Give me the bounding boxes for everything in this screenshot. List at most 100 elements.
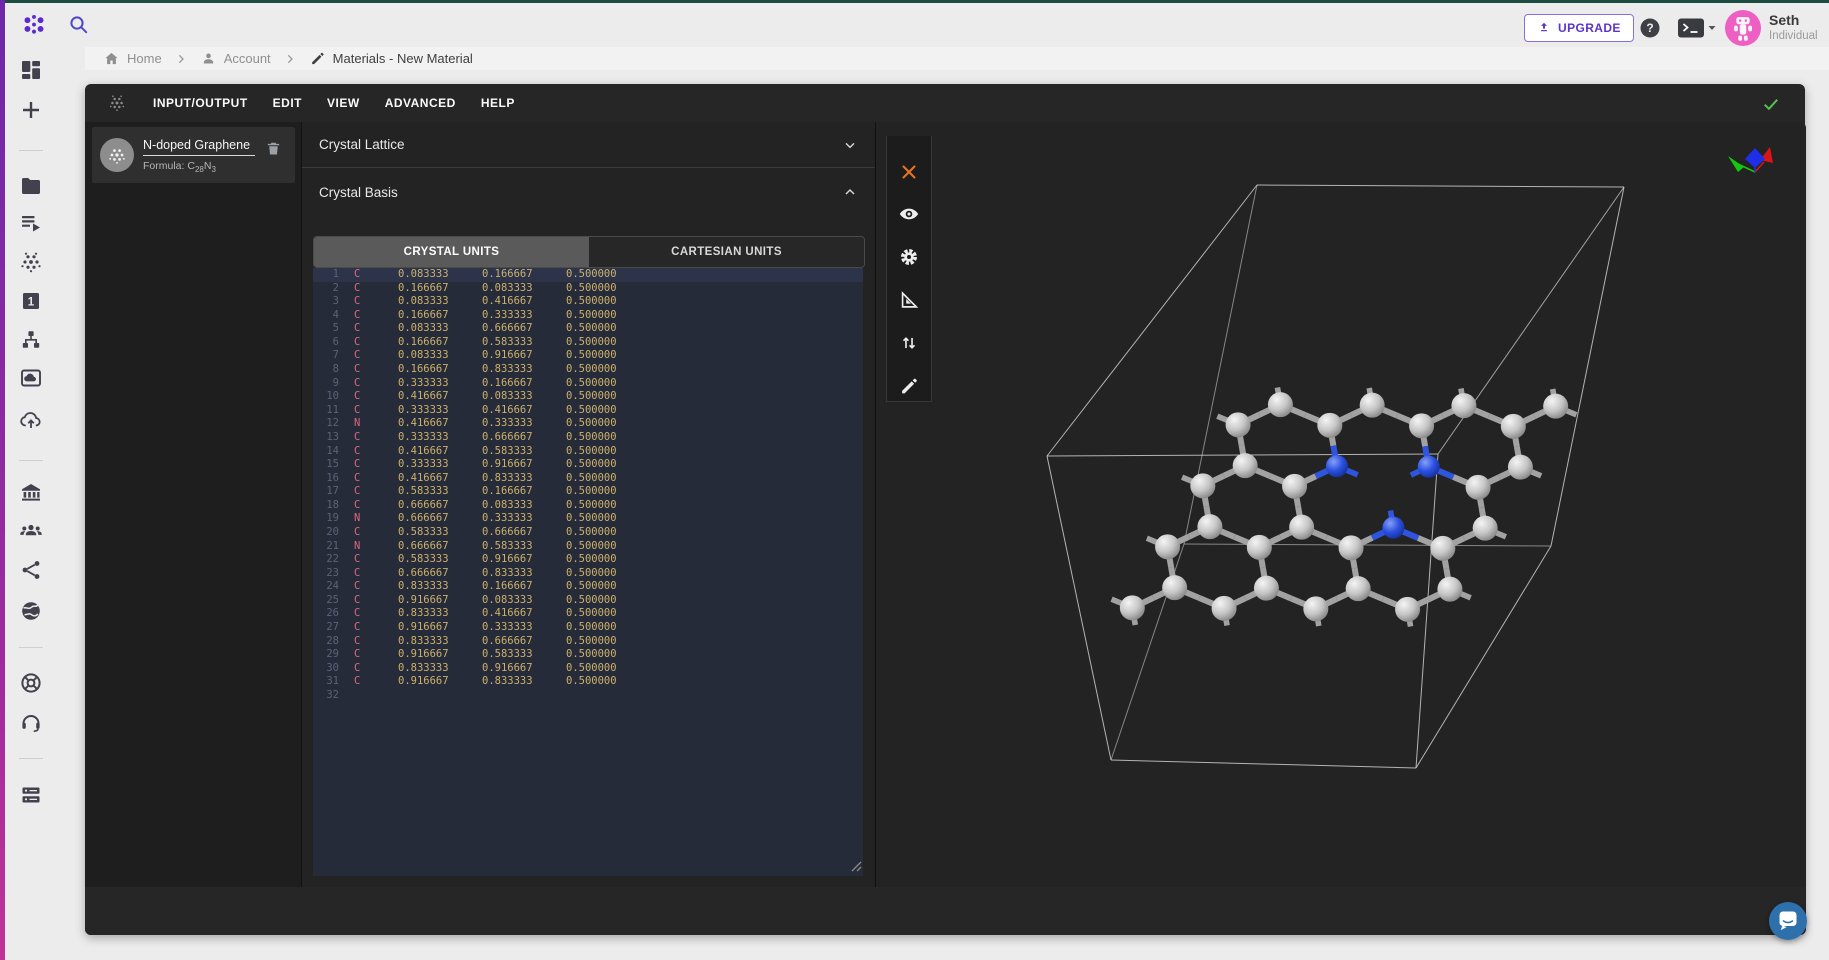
basis-line-empty: 32 (313, 689, 863, 703)
sidebar-item-gallery[interactable] (19, 366, 43, 390)
material-avatar (100, 138, 134, 172)
atom-C (1395, 597, 1420, 622)
sidebar-item-list-run[interactable] (19, 211, 43, 235)
sidebar-item-materials-dots[interactable] (19, 250, 43, 274)
app-root: UPGRADE ? Seth Individual 1 Home Account M… (0, 0, 1829, 960)
materials-menu-icon (107, 93, 127, 113)
menu-item-3[interactable]: ADVANCED (385, 96, 456, 110)
sidebar-item-globe[interactable] (19, 599, 43, 623)
atom-N (1326, 455, 1348, 477)
user-plan: Individual (1769, 30, 1818, 42)
basis-line: 26C0.8333330.4166670.500000 (313, 607, 863, 621)
viewer-updown-icon[interactable] (898, 332, 920, 354)
material-name-field[interactable]: N-doped Graphene (143, 138, 255, 156)
menu-item-4[interactable]: HELP (481, 96, 515, 110)
menu-item-2[interactable]: VIEW (327, 96, 360, 110)
menu-items: INPUT/OUTPUT EDIT VIEW ADVANCED HELP (153, 94, 540, 112)
user-name: Seth (1769, 12, 1799, 28)
atom-C (1346, 576, 1371, 601)
delete-material-icon[interactable] (265, 140, 282, 157)
sidebar-item-bank[interactable] (19, 480, 43, 504)
sidebar-item-cloud-upload[interactable] (19, 408, 43, 432)
sidebar-divider (19, 460, 43, 461)
help-icon[interactable]: ? (1638, 16, 1662, 40)
sidebar-item-folder[interactable] (19, 174, 43, 198)
basis-line: 22C0.5833330.9166670.500000 (313, 553, 863, 567)
caret-down-icon (1707, 23, 1717, 33)
basis-line: 3C0.0833330.4166670.500000 (313, 295, 863, 309)
atom-C (1466, 475, 1491, 500)
material-dots-icon (106, 144, 128, 166)
basis-line: 19N0.6666670.3333330.500000 (313, 512, 863, 526)
avatar[interactable] (1725, 10, 1761, 46)
viewer-measure-icon[interactable] (898, 289, 920, 311)
breadcrumb-item-0[interactable]: Home (103, 50, 162, 67)
sidebar-item-storage[interactable] (19, 783, 43, 807)
atom-C (1268, 392, 1293, 417)
basis-line: 4C0.1666670.3333330.500000 (313, 309, 863, 323)
viewer-eye-icon[interactable] (898, 203, 920, 225)
terminal-icon (1677, 17, 1705, 39)
tab-cartesian-units[interactable]: CARTESIAN UNITS (589, 237, 864, 267)
sidebar-divider (19, 758, 43, 759)
atom-N (1382, 517, 1404, 539)
viewer-3d (875, 122, 1806, 935)
atom-C (1254, 576, 1279, 601)
basis-line: 30C0.8333330.9166670.500000 (313, 662, 863, 676)
atom-C (1233, 453, 1258, 478)
home-icon (103, 50, 120, 67)
resize-grip-icon[interactable] (848, 858, 862, 872)
sidebar-item-unit-one[interactable]: 1 (19, 289, 43, 313)
sidebar-item-help-wheel[interactable] (19, 671, 43, 695)
sidebar-item-share[interactable] (19, 558, 43, 582)
viewer-pencil-icon[interactable] (898, 375, 920, 397)
menu-item-1[interactable]: EDIT (273, 96, 302, 110)
atom-C (1303, 596, 1328, 621)
upgrade-button[interactable]: UPGRADE (1524, 14, 1634, 42)
basis-line: 2C0.1666670.0833330.500000 (313, 282, 863, 296)
atom-N (1418, 456, 1440, 478)
svg-text:?: ? (1646, 21, 1653, 35)
atom-C (1473, 516, 1498, 541)
atom-C (1197, 514, 1222, 539)
sidebar-item-hierarchy[interactable] (19, 328, 43, 352)
console-dropdown[interactable] (1677, 17, 1717, 39)
sidebar-item-team[interactable] (19, 519, 43, 543)
sidebar-item-support[interactable] (19, 710, 43, 734)
basis-line: 14C0.4166670.5833330.500000 (313, 445, 863, 459)
material-formula: Formula: C28N3 (143, 160, 216, 174)
svg-text:1: 1 (28, 297, 35, 309)
sidebar-divider (19, 150, 43, 151)
crystal-basis-header[interactable]: Crystal Basis (302, 169, 875, 215)
crystal-viewport[interactable] (876, 122, 1806, 935)
breadcrumb-item-2[interactable]: Materials - New Material (309, 50, 473, 67)
sidebar-item-plus[interactable] (19, 98, 43, 122)
tab-crystal-units[interactable]: CRYSTAL UNITS (314, 237, 589, 267)
basis-line: 28C0.8333330.6666670.500000 (313, 635, 863, 649)
atom-C (1437, 577, 1462, 602)
viewer-gear-icon[interactable] (898, 246, 920, 268)
crystal-lattice-header[interactable]: Crystal Lattice (302, 122, 875, 168)
app-logo-icon[interactable] (22, 12, 46, 36)
viewer-close-icon[interactable] (898, 161, 920, 183)
atom-C (1282, 474, 1307, 499)
save-check-icon[interactable] (1761, 94, 1781, 114)
chevron-right-icon (173, 51, 189, 67)
atom-C (1501, 414, 1526, 439)
material-list-item[interactable]: N-doped Graphene Formula: C28N3 (92, 127, 295, 183)
basis-line: 12N0.4166670.3333330.500000 (313, 417, 863, 431)
sidebar-item-dashboard[interactable] (19, 58, 43, 82)
pencil-icon (309, 50, 326, 67)
basis-code-editor[interactable]: 1C0.0833330.1666670.5000002C0.1666670.08… (313, 268, 863, 876)
chat-widget-button[interactable] (1769, 902, 1807, 940)
materials-list-panel: N-doped Graphene Formula: C28N3 (85, 122, 302, 887)
basis-line: 11C0.3333330.4166670.500000 (313, 404, 863, 418)
left-sidebar: 1 (5, 47, 85, 960)
basis-line: 1C0.0833330.1666670.500000 (313, 268, 863, 282)
breadcrumb: Home Account Materials - New Material (85, 47, 1829, 70)
search-icon[interactable] (67, 13, 91, 37)
basis-line: 7C0.0833330.9166670.500000 (313, 349, 863, 363)
menu-item-0[interactable]: INPUT/OUTPUT (153, 96, 248, 110)
chevron-down-icon (842, 137, 858, 153)
breadcrumb-item-1[interactable]: Account (200, 50, 271, 67)
